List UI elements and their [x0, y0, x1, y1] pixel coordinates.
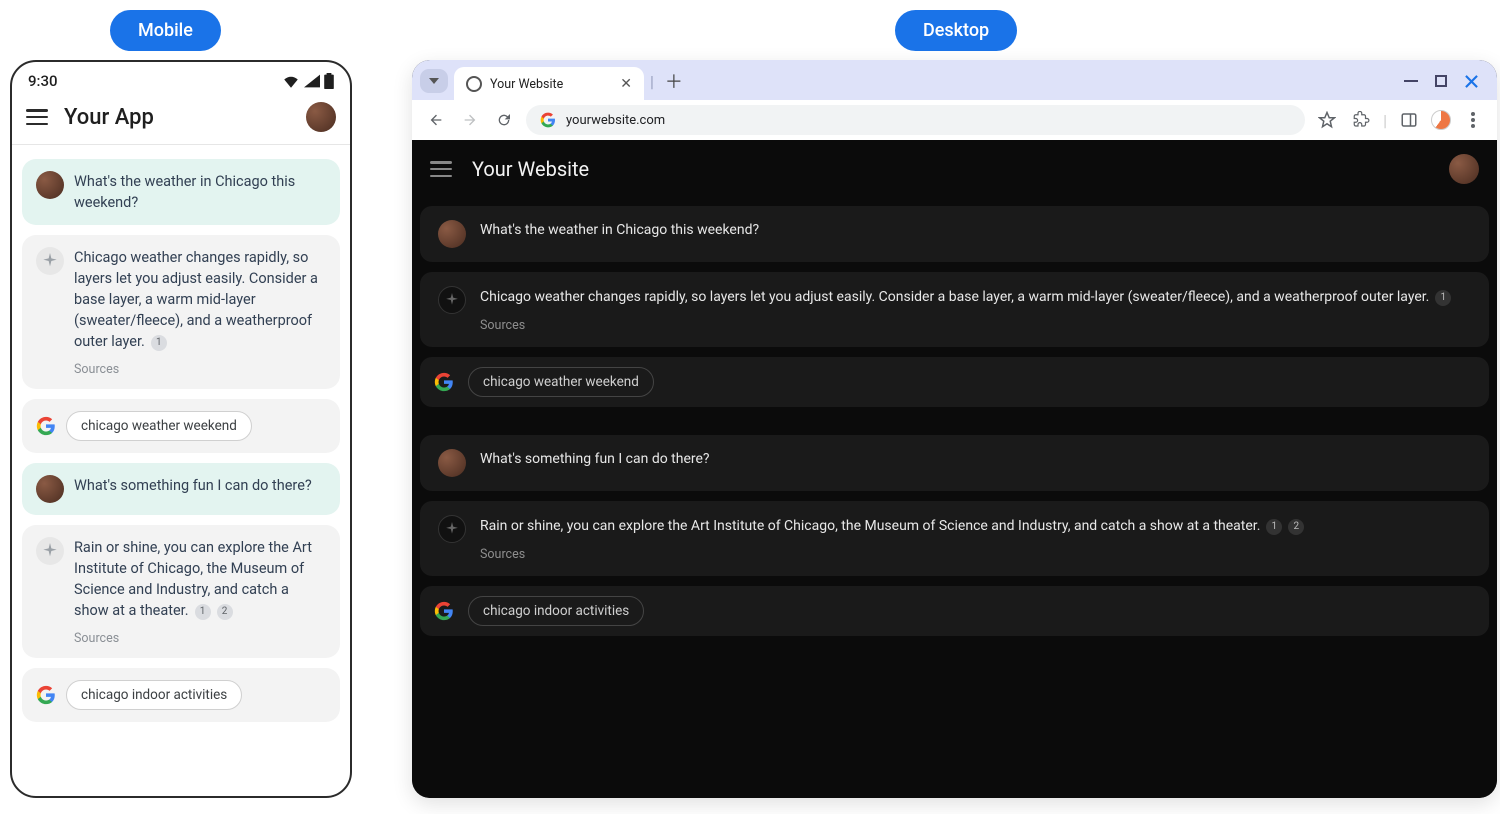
ai-message: Chicago weather changes rapidly, so laye…	[420, 272, 1489, 347]
close-tab-icon[interactable]: ✕	[620, 76, 632, 92]
status-time: 9:30	[28, 72, 58, 90]
tab-strip: Your Website ✕ | ＋	[412, 60, 1497, 100]
tab-title: Your Website	[490, 77, 612, 92]
status-bar: 9:30	[12, 62, 350, 94]
google-logo-icon	[36, 685, 56, 705]
menu-icon[interactable]	[430, 161, 452, 177]
search-grounding-card: chicago weather weekend	[22, 399, 340, 453]
mobile-app-bar: Your App	[12, 94, 350, 145]
google-logo-icon	[36, 416, 56, 436]
wifi-icon	[282, 74, 300, 88]
sources-label[interactable]: Sources	[74, 362, 326, 377]
minimize-icon[interactable]	[1403, 73, 1419, 89]
sources-label[interactable]: Sources	[74, 631, 326, 646]
kebab-menu-icon[interactable]	[1461, 108, 1485, 132]
back-button[interactable]	[424, 108, 448, 132]
sparkle-icon	[438, 286, 466, 314]
mobile-app-title: Your App	[64, 105, 290, 130]
citation-badge[interactable]: 1	[1435, 290, 1451, 306]
user-message: What's something fun I can do there?	[22, 463, 340, 515]
page-content: Your Website What's the weather in Chica…	[412, 140, 1497, 798]
reload-button[interactable]	[492, 108, 516, 132]
mobile-device-frame: 9:30 Your App What's the weather in Chic…	[10, 60, 352, 798]
citation-badge[interactable]: 2	[217, 604, 233, 620]
cell-signal-icon	[304, 74, 320, 88]
search-chip[interactable]: chicago weather weekend	[468, 367, 654, 397]
search-grounding-card: chicago indoor activities	[22, 668, 340, 722]
message-text: What's the weather in Chicago this weeke…	[480, 220, 759, 241]
ai-message: Rain or shine, you can explore the Art I…	[22, 525, 340, 658]
sparkle-icon	[36, 537, 64, 565]
user-message: What's the weather in Chicago this weeke…	[420, 206, 1489, 262]
user-avatar	[36, 475, 64, 503]
user-avatar	[438, 449, 466, 477]
search-grounding-card: chicago indoor activities	[420, 586, 1489, 636]
profile-chip[interactable]	[1431, 110, 1451, 130]
sparkle-icon	[438, 515, 466, 543]
user-avatar	[36, 171, 64, 199]
user-avatar	[438, 220, 466, 248]
desktop-chat-body: What's the weather in Chicago this weeke…	[412, 198, 1497, 798]
message-text: Chicago weather changes rapidly, so laye…	[480, 289, 1429, 305]
citation-badge[interactable]: 1	[195, 604, 211, 620]
google-logo-icon	[434, 372, 454, 392]
ai-message: Chicago weather changes rapidly, so laye…	[22, 235, 340, 389]
message-text: What's something fun I can do there?	[74, 475, 312, 496]
tab-search-button[interactable]	[420, 69, 448, 93]
battery-icon	[324, 73, 334, 89]
profile-avatar[interactable]	[1449, 154, 1479, 184]
address-bar[interactable]: yourwebsite.com	[526, 105, 1305, 135]
desktop-pill-label: Desktop	[895, 10, 1017, 51]
mobile-pill-label: Mobile	[110, 10, 221, 51]
message-text: Rain or shine, you can explore the Art I…	[480, 518, 1260, 534]
user-message: What's the weather in Chicago this weeke…	[22, 159, 340, 225]
bookmark-icon[interactable]	[1315, 108, 1339, 132]
search-grounding-card: chicago weather weekend	[420, 357, 1489, 407]
citation-badge[interactable]: 1	[151, 335, 167, 351]
message-text: Rain or shine, you can explore the Art I…	[74, 539, 312, 619]
browser-toolbar: yourwebsite.com |	[412, 100, 1497, 140]
browser-tab[interactable]: Your Website ✕	[454, 67, 644, 101]
message-text: What's the weather in Chicago this weeke…	[74, 171, 326, 213]
message-text: Chicago weather changes rapidly, so laye…	[74, 249, 318, 350]
user-message: What's something fun I can do there?	[420, 435, 1489, 491]
search-chip[interactable]: chicago indoor activities	[66, 680, 242, 710]
menu-icon[interactable]	[26, 109, 48, 125]
sources-label[interactable]: Sources	[480, 547, 1304, 562]
sparkle-icon	[36, 247, 64, 275]
message-text: What's something fun I can do there?	[480, 449, 710, 470]
url-text: yourwebsite.com	[566, 113, 665, 128]
close-window-icon[interactable]	[1463, 73, 1479, 89]
ai-message: Rain or shine, you can explore the Art I…	[420, 501, 1489, 576]
side-panel-icon[interactable]	[1397, 108, 1421, 132]
mobile-chat-body: What's the weather in Chicago this weeke…	[12, 145, 350, 796]
citation-badge[interactable]: 1	[1266, 519, 1282, 535]
profile-avatar[interactable]	[306, 102, 336, 132]
page-title: Your Website	[472, 157, 1429, 181]
search-chip[interactable]: chicago indoor activities	[468, 596, 644, 626]
sources-label[interactable]: Sources	[480, 318, 1451, 333]
google-logo-icon	[434, 601, 454, 621]
maximize-icon[interactable]	[1433, 73, 1449, 89]
browser-window: Your Website ✕ | ＋ yourwebsite.com	[412, 60, 1497, 798]
extensions-icon[interactable]	[1349, 108, 1373, 132]
forward-button[interactable]	[458, 108, 482, 132]
page-app-bar: Your Website	[412, 140, 1497, 198]
citation-badge[interactable]: 2	[1288, 519, 1304, 535]
search-chip[interactable]: chicago weather weekend	[66, 411, 252, 441]
new-tab-button[interactable]: ＋	[660, 67, 688, 95]
google-logo-icon	[540, 112, 556, 128]
tab-favicon	[466, 76, 482, 92]
